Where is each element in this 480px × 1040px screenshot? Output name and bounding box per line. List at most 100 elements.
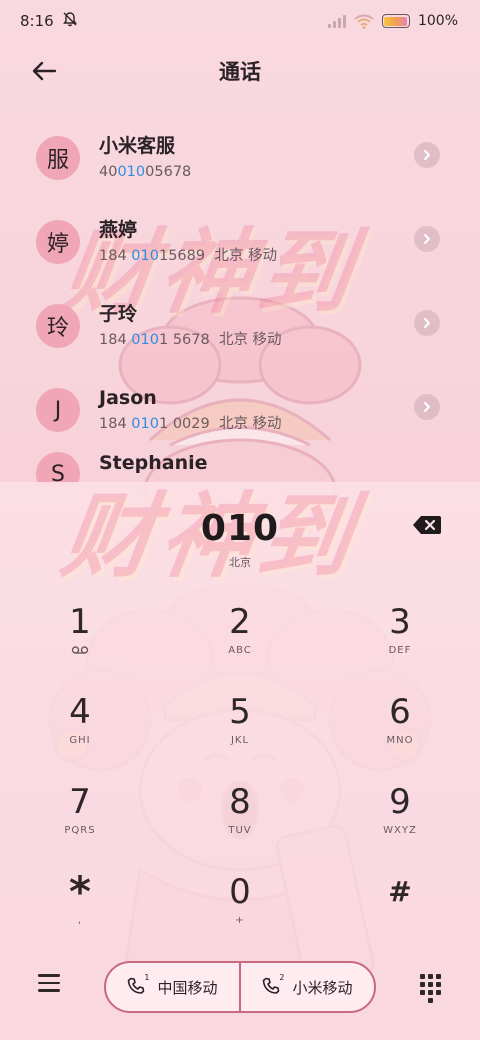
number-suffix: 1 0029 xyxy=(158,416,210,432)
page-title: 通话 xyxy=(219,60,261,84)
key-letters: PQRS xyxy=(64,825,96,836)
contact-number: 184 01015689 北京 移动 xyxy=(99,247,277,265)
chevron-right-icon xyxy=(424,234,430,244)
number-suffix: 1 5678 xyxy=(158,332,210,348)
avatar: 玲 xyxy=(36,304,80,348)
dialed-number: 010 xyxy=(200,508,280,549)
contact-text: Jason 184 0101 0029 北京 移动 xyxy=(99,387,282,433)
number-prefix: 184 xyxy=(99,332,132,348)
contact-text: 燕婷 184 01015689 北京 移动 xyxy=(99,219,277,265)
sim1-index: 1 xyxy=(144,973,150,982)
contact-name: 小米客服 xyxy=(99,135,176,157)
sim2-index: 2 xyxy=(279,973,285,982)
contact-name: 燕婷 xyxy=(99,219,138,241)
dialed-number-location: 北京 xyxy=(229,556,251,569)
key-digit: # xyxy=(388,875,412,908)
key-9[interactable]: 9 WXYZ xyxy=(320,774,480,864)
key-6[interactable]: 6 MNO xyxy=(320,684,480,774)
key-2[interactable]: 2 ABC xyxy=(160,594,320,684)
key-letters: + xyxy=(235,915,245,926)
key-digit: 2 xyxy=(229,602,251,642)
key-digit: 1 xyxy=(69,602,91,642)
number-location: 北京 移动 xyxy=(214,248,277,264)
dialpad-toggle-button[interactable] xyxy=(420,974,442,1003)
signal-icon xyxy=(327,14,346,28)
key-4[interactable]: 4 GHI xyxy=(0,684,160,774)
dialpad-icon xyxy=(420,974,425,979)
avatar: 服 xyxy=(36,136,80,180)
number-match: 010 xyxy=(131,248,159,264)
number-location: 北京 移动 xyxy=(218,416,282,432)
key-digit: 4 xyxy=(69,692,91,732)
key-8[interactable]: 8 TUV xyxy=(160,774,320,864)
key-letters: , xyxy=(77,915,83,926)
backspace-icon xyxy=(413,516,441,534)
contact-text: 小米客服 4001005678 xyxy=(99,135,191,181)
menu-button[interactable] xyxy=(38,974,60,996)
key-digit: 3 xyxy=(389,602,411,642)
contact-detail-button[interactable] xyxy=(414,142,440,168)
phone-sim2-icon: 2 xyxy=(262,973,284,997)
key-digit: 7 xyxy=(69,782,91,822)
contact-list[interactable]: 服 小米客服 4001005678 婷 燕婷 184 01015689 北京 移… xyxy=(0,116,480,486)
number-match: 010 xyxy=(131,416,159,432)
number-suffix: 05678 xyxy=(145,164,192,180)
contact-name: Jason xyxy=(99,387,157,409)
status-bar: 8:16 100% xyxy=(0,0,480,42)
phone-sim1-icon: 1 xyxy=(127,973,149,997)
bell-off-icon xyxy=(62,11,78,31)
bottom-bar: 1 中国移动 2 小米移动 xyxy=(0,958,480,1018)
key-digit: 9 xyxy=(389,782,411,822)
number-match: 010 xyxy=(117,164,146,180)
key-letters: DEF xyxy=(388,645,412,656)
status-time: 8:16 xyxy=(20,12,54,30)
key-letters: ABC xyxy=(228,645,252,656)
chevron-right-icon xyxy=(424,318,430,328)
avatar: 婷 xyxy=(36,220,80,264)
contact-detail-button[interactable] xyxy=(414,226,440,252)
avatar: J xyxy=(36,388,80,432)
contact-name: 子玲 xyxy=(99,303,138,325)
number-prefix: 184 xyxy=(99,248,132,264)
backspace-button[interactable] xyxy=(412,514,442,536)
key-digit: 0 xyxy=(229,872,251,912)
app-header: 通话 xyxy=(0,46,480,96)
status-right: 100% xyxy=(327,13,458,29)
contact-row[interactable]: 婷 燕婷 184 01015689 北京 移动 xyxy=(0,200,480,284)
battery-percent: 100% xyxy=(417,13,458,29)
contact-row[interactable]: J Jason 184 0101 0029 北京 移动 xyxy=(0,368,480,452)
key-0[interactable]: 0 + xyxy=(160,864,320,954)
key-hash[interactable]: # xyxy=(320,864,480,954)
number-suffix: 15689 xyxy=(158,248,206,264)
contact-number: 4001005678 xyxy=(99,163,191,181)
key-5[interactable]: 5 JKL xyxy=(160,684,320,774)
contact-detail-button[interactable] xyxy=(414,310,440,336)
call-sim2-label: 小米移动 xyxy=(292,978,353,997)
contact-row[interactable]: 服 小米客服 4001005678 xyxy=(0,116,480,200)
number-prefix: 184 xyxy=(99,416,132,432)
dual-sim-call-buttons: 1 中国移动 2 小米移动 xyxy=(104,961,376,1013)
chevron-right-icon xyxy=(424,150,430,160)
call-sim1-button[interactable]: 1 中国移动 xyxy=(106,963,239,1011)
key-star[interactable]: * , xyxy=(0,864,160,954)
hamburger-icon xyxy=(38,974,60,992)
contact-number: 184 0101 0029 北京 移动 xyxy=(99,415,282,433)
key-7[interactable]: 7 PQRS xyxy=(0,774,160,864)
contact-row[interactable]: 玲 子玲 184 0101 5678 北京 移动 xyxy=(0,284,480,368)
arrow-left-icon xyxy=(32,61,57,81)
key-1[interactable]: 1 xyxy=(0,594,160,684)
key-letters: MNO xyxy=(386,735,414,746)
key-digit: 6 xyxy=(389,692,411,732)
key-3[interactable]: 3 DEF xyxy=(320,594,480,684)
contact-detail-button[interactable] xyxy=(414,394,440,420)
keypad: 1 2 ABC 3 DEF 4 GHI 5 JKL 6 MNO 7 PQRS 8… xyxy=(0,594,480,954)
key-digit: 8 xyxy=(229,782,251,822)
number-prefix: 40 xyxy=(99,164,118,180)
call-sim2-button[interactable]: 2 小米移动 xyxy=(239,963,374,1011)
number-match: 010 xyxy=(131,332,159,348)
contact-text: 子玲 184 0101 5678 北京 移动 xyxy=(99,303,282,349)
status-left: 8:16 xyxy=(20,11,78,31)
back-button[interactable] xyxy=(28,56,60,86)
voicemail-icon xyxy=(71,645,89,657)
number-location: 北京 移动 xyxy=(218,332,282,348)
